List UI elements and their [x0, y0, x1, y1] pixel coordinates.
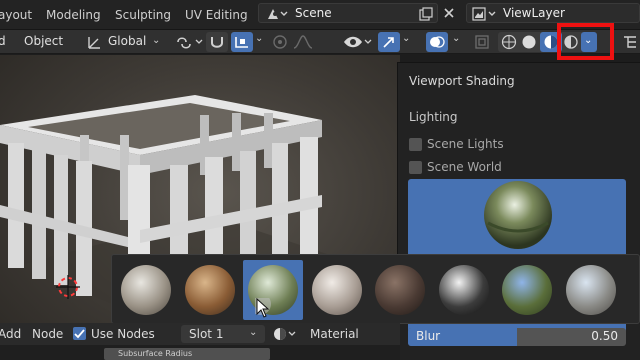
subsurface-radius-label: Subsurface Radius	[118, 349, 193, 358]
hdri-thumbnail-sunset[interactable]	[561, 260, 621, 320]
subsurface-radius-field[interactable]: Subsurface Radius	[104, 348, 270, 360]
hdri-sphere-night	[375, 265, 425, 315]
scene-name: Scene	[295, 6, 332, 20]
snap-link-icon[interactable]	[174, 33, 204, 51]
hdri-sphere-courtyard	[184, 265, 235, 315]
material-slot-icon[interactable]	[272, 326, 298, 342]
slot-label: Slot 1	[189, 327, 224, 341]
tab-sculpting[interactable]: Sculpting	[115, 8, 171, 22]
hdri-thumbnail-forest[interactable]	[243, 260, 303, 320]
blur-value: 0.50	[591, 329, 618, 343]
orientation-icon	[88, 37, 100, 49]
proportional-edit-button[interactable]	[206, 32, 228, 52]
scene-lights-checkbox[interactable]	[409, 138, 422, 151]
scene-icon	[268, 9, 288, 19]
lighting-section-label: Lighting	[409, 110, 458, 124]
menu-object[interactable]: Object	[24, 34, 63, 48]
hdri-thumbnail-courtyard[interactable]	[180, 260, 240, 320]
blur-slider[interactable]: Blur 0.50	[408, 328, 626, 346]
orientation-label: Global	[108, 34, 147, 48]
blur-label: Blur	[416, 329, 441, 343]
view-layer-name: ViewLayer	[503, 6, 565, 20]
wireframe-shading-icon[interactable]	[501, 34, 517, 50]
tab-layout[interactable]: ayout	[0, 8, 32, 22]
magnet-icon	[211, 37, 223, 48]
falloff-curve-icon[interactable]	[292, 34, 318, 50]
hdri-thumbnail-city[interactable]	[116, 260, 176, 320]
menu-add-node[interactable]: Add	[0, 327, 21, 341]
hdri-thumbnail-strip	[111, 254, 640, 324]
highlight-box	[557, 23, 614, 60]
solid-shading-icon[interactable]	[521, 34, 537, 50]
view-layer-selector[interactable]: ViewLayer	[466, 3, 640, 23]
workspace-bar: ayout Modeling Sculpting UV Editing Scen…	[0, 0, 640, 30]
hdri-sphere-sunset	[565, 265, 616, 315]
chevron-down-icon: ⌄	[249, 327, 258, 338]
scene-selector[interactable]: Scene	[258, 3, 438, 23]
hdri-sphere-sunrise	[502, 265, 552, 315]
scene-lights-label: Scene Lights	[427, 137, 504, 151]
material-label: Material	[310, 327, 359, 341]
sidebar-toggle-icon[interactable]	[622, 34, 638, 50]
tab-uv-editing[interactable]: UV Editing	[185, 8, 248, 22]
hdri-sphere-city	[121, 265, 171, 315]
node-editor-header: Add Node Use Nodes Slot 1 ⌄ Material	[0, 323, 400, 345]
scene-world-label: Scene World	[427, 160, 502, 174]
proportional-falloff-icon[interactable]	[272, 34, 288, 50]
chevron-down-icon: ⌄	[152, 35, 161, 46]
transform-orientation-dropdown[interactable]: Global ⌄	[84, 32, 166, 52]
overlays-toggle-button[interactable]	[426, 32, 448, 52]
chevron-down-icon[interactable]: ⌄	[452, 33, 462, 45]
use-nodes-label: Use Nodes	[91, 327, 155, 341]
gizmo-arrow-icon	[383, 37, 394, 48]
eye-icon[interactable]	[342, 33, 372, 51]
popover-title: Viewport Shading	[409, 74, 515, 88]
delete-scene-icon[interactable]	[442, 6, 456, 20]
view-layer-icon	[472, 7, 496, 21]
menu-add[interactable]: d	[0, 34, 6, 48]
hdri-sphere-studio	[438, 265, 489, 315]
use-nodes-checkbox[interactable]	[73, 327, 86, 340]
menu-node[interactable]: Node	[32, 327, 63, 341]
checkmark-icon	[74, 329, 85, 339]
snap-icon	[235, 37, 248, 48]
hdri-thumbnail-interior[interactable]	[307, 260, 367, 320]
hdri-thumbnail-sunrise[interactable]	[497, 260, 557, 320]
copy-scene-icon[interactable]	[419, 7, 433, 21]
hdri-thumbnail-studio[interactable]	[434, 260, 494, 320]
hdri-thumbnail-night[interactable]	[370, 260, 430, 320]
xray-icon[interactable]	[474, 34, 492, 50]
snap-toggle-button[interactable]	[231, 32, 253, 52]
tab-modeling[interactable]: Modeling	[46, 8, 101, 22]
scene-world-checkbox[interactable]	[409, 161, 422, 174]
hdri-sphere-interior	[311, 265, 362, 315]
overlays-icon	[430, 36, 445, 48]
viewport-header: d Object Global ⌄ ⌄ ⌄ ⌄ ⌄	[0, 30, 640, 54]
chevron-down-icon[interactable]: ⌄	[255, 33, 265, 45]
gizmo-toggle-button[interactable]	[378, 32, 400, 52]
chevron-down-icon[interactable]: ⌄	[402, 33, 412, 45]
mouse-cursor-icon	[255, 298, 271, 318]
slot-dropdown[interactable]: Slot 1 ⌄	[181, 325, 265, 343]
